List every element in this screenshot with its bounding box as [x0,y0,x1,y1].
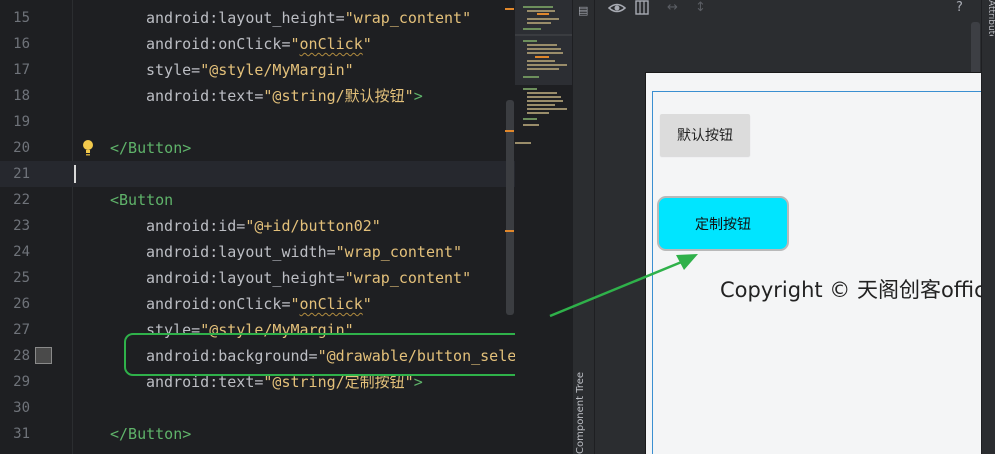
code-text: android:layout_height="wrap_content" [74,265,471,291]
text-caret [74,165,76,183]
code-token: "wrap_content" [344,269,472,287]
line-number: 23 [13,218,30,234]
line-number: 22 [13,192,30,208]
code-token: "@+id/button02" [245,217,381,235]
code-line[interactable]: 25 android:layout_height="wrap_content" [0,265,515,291]
code-line[interactable]: 19 [0,109,515,135]
code-line[interactable]: 21 [0,161,515,187]
code-line[interactable]: 20 </Button> [0,135,515,161]
code-token: android:onClick= [146,35,291,53]
code-token: onClick [299,35,363,53]
horizontal-resize-icon[interactable]: ↔ [667,0,678,16]
line-number: 30 [13,400,30,416]
code-line[interactable]: 24 android:layout_width="wrap_content" [0,239,515,265]
code-token: android:text= [146,87,264,105]
code-text: android:id="@+id/button02" [74,213,381,239]
code-text: <Button [74,187,173,213]
code-line[interactable]: 22 <Button [0,187,515,213]
line-number: 19 [13,114,30,130]
line-number: 15 [13,10,30,26]
line-number: 17 [13,62,30,78]
help-button[interactable]: ? [956,0,963,16]
line-number: 29 [13,374,30,390]
editor-scrollbar[interactable] [506,100,514,315]
code-line[interactable]: 18 android:text="@string/默认按钮"> [0,83,515,109]
code-token: style= [146,61,201,79]
code-line[interactable]: 15 android:layout_height="wrap_content" [0,5,515,31]
default-button[interactable]: 默认按钮 [660,114,750,156]
copyright-text: Copyright © 天阁创客official [720,278,981,302]
code-token: > [413,87,423,105]
code-token: " [362,35,372,53]
code-token: "@style/MyMargin" [200,61,354,79]
component-tree-tab[interactable]: Component Tree [575,372,593,454]
code-minimap[interactable] [515,0,572,454]
code-token: android:layout_height= [146,9,345,27]
line-number: 28 [13,348,30,364]
code-token: " [362,295,372,313]
code-editor[interactable]: 15 android:layout_height="wrap_content" 16… [0,0,515,454]
code-token: " [290,295,300,313]
line-number: 27 [13,322,30,338]
code-token: </Button> [110,139,192,157]
attributes-tab[interactable]: Attributes [984,0,995,36]
code-token: "wrap_content" [335,243,463,261]
code-line[interactable]: 26 android:onClick="onClick" [0,291,515,317]
warning-marker[interactable] [505,230,514,232]
layout-icon[interactable] [635,0,649,16]
code-line[interactable]: 30 [0,395,515,421]
line-number: 16 [13,36,30,52]
code-text: android:text="@string/默认按钮"> [74,83,423,109]
code-token: "@string/默认按钮" [263,87,414,105]
warning-marker[interactable] [505,130,514,132]
code-text: android:onClick="onClick" [74,31,372,57]
line-number: 24 [13,244,30,260]
code-text: android:layout_width="wrap_content" [74,239,462,265]
code-line[interactable]: 17 style="@style/MyMargin" [0,57,515,83]
line-number: 26 [13,296,30,312]
warning-marker[interactable] [505,8,514,10]
code-text: android:layout_height="wrap_content" [74,5,471,31]
code-text: android:onClick="onClick" [74,291,372,317]
vertical-resize-icon[interactable]: ↕ [695,0,706,16]
code-token: android:layout_width= [146,243,336,261]
code-line[interactable]: 31 </Button> [0,421,515,447]
code-token: android:onClick= [146,295,291,313]
annotation-highlight-box [124,333,515,376]
code-token: android:id= [146,217,246,235]
palette-icon[interactable]: ▤ [578,4,590,18]
lightbulb-icon[interactable] [81,139,95,157]
code-text: style="@style/MyMargin" [74,57,354,83]
line-number: 31 [13,426,30,442]
color-swatch-icon[interactable] [35,347,52,364]
code-token: " [290,35,300,53]
eye-icon[interactable] [608,0,626,16]
custom-button[interactable]: 定制按钮 [657,196,789,251]
code-token: <Button [110,191,174,209]
code-line[interactable]: 16 android:onClick="onClick" [0,31,515,57]
code-text: </Button> [74,421,191,447]
code-token: onClick [299,295,363,313]
preview-toolbar: ↔ ↕ ? [595,0,995,18]
line-number: 18 [13,88,30,104]
code-token: "wrap_content" [344,9,472,27]
code-token: android:layout_height= [146,269,345,287]
line-number: 20 [13,140,30,156]
attributes-strip [981,0,995,454]
line-number: 21 [13,166,30,182]
code-token: </Button> [110,425,192,443]
code-line[interactable]: 23 android:id="@+id/button02" [0,213,515,239]
line-number: 25 [13,270,30,286]
